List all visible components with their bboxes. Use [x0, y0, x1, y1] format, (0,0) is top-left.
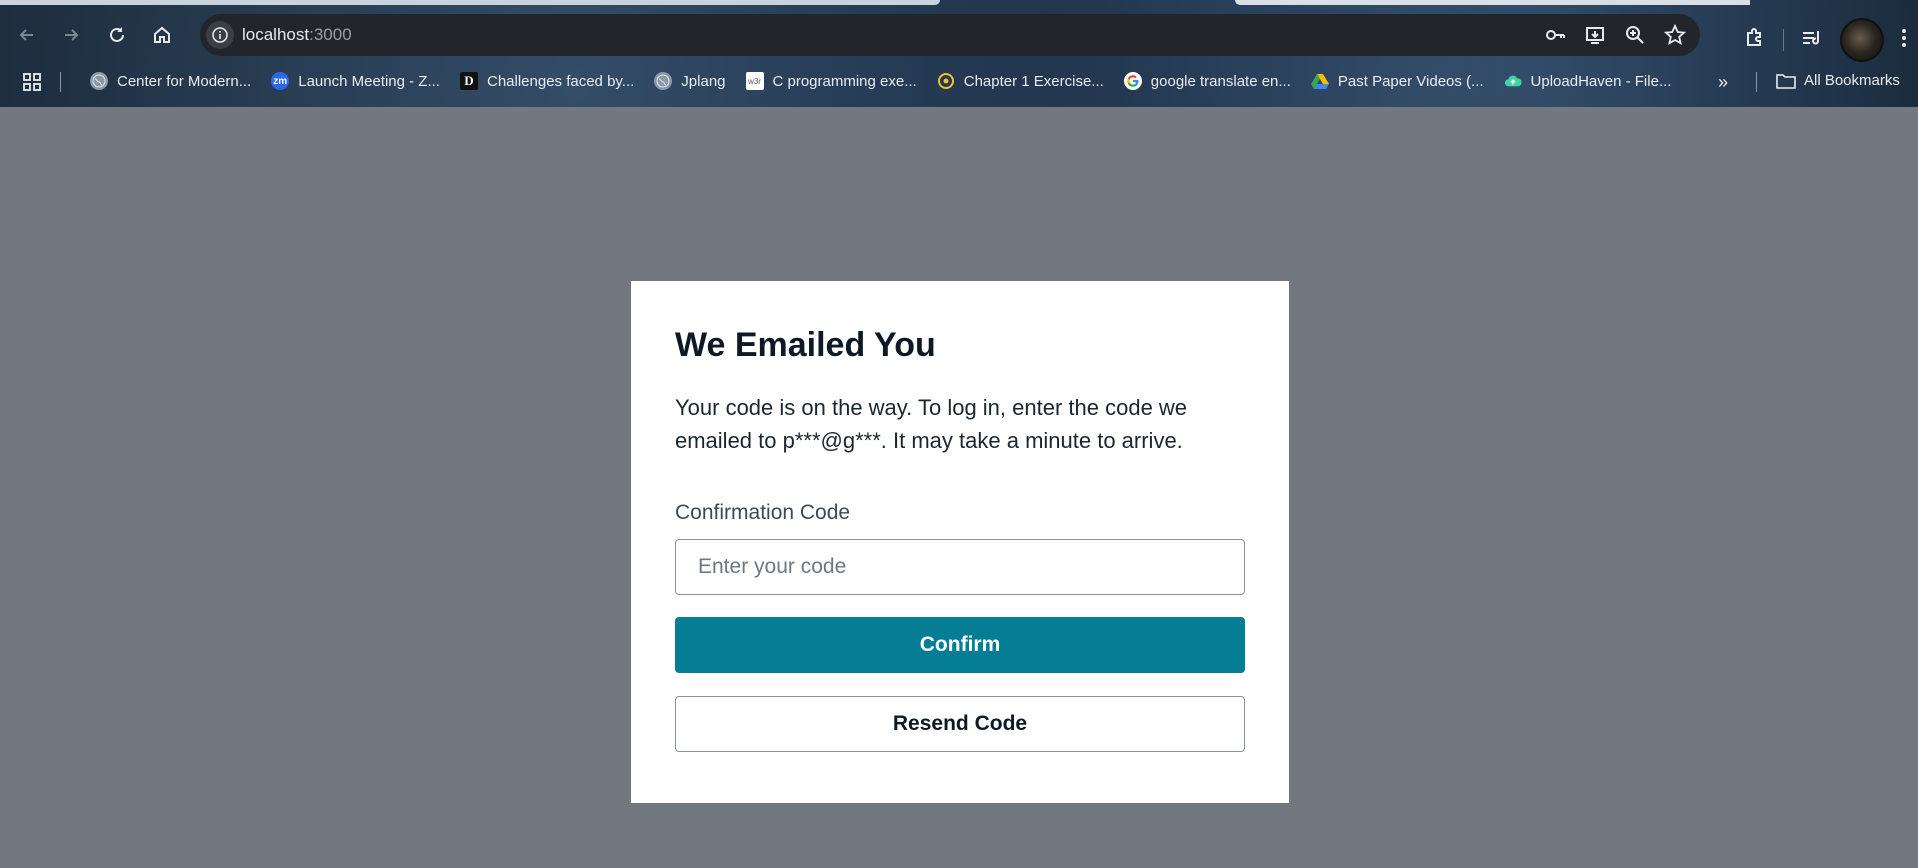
tab[interactable]	[0, 0, 940, 5]
confirm-signup-card: We Emailed You Your code is on the way. …	[631, 281, 1289, 803]
media-queue-icon[interactable]	[1800, 26, 1824, 55]
star-icon[interactable]	[1664, 24, 1686, 46]
forward-icon[interactable]	[58, 22, 84, 48]
zoom-icon: zm	[271, 72, 290, 90]
tab[interactable]	[1235, 0, 1750, 5]
bookmarks-bar: Center for Modern... zm Launch Meeting - …	[0, 64, 1918, 98]
address-bar[interactable]: localhost:3000	[200, 14, 1700, 56]
d-logo-icon: D	[459, 72, 478, 90]
profile-avatar[interactable]	[1840, 18, 1884, 62]
bookmark-label: Past Paper Videos (...	[1337, 72, 1484, 90]
google-icon	[1123, 72, 1142, 90]
bookmarks-divider	[1756, 72, 1757, 92]
home-icon[interactable]	[149, 22, 175, 48]
compass-icon	[937, 72, 955, 90]
bookmark-label: Launch Meeting - Z...	[298, 72, 440, 90]
reload-icon[interactable]	[104, 22, 130, 48]
globe-icon	[654, 72, 673, 90]
bookmark-item[interactable]: w3r C programming exe...	[736, 68, 927, 94]
bookmark-label: C programming exe...	[772, 72, 917, 90]
w3r-icon: w3r	[745, 72, 764, 90]
toolbar-divider	[1783, 29, 1784, 51]
bookmark-label: Jplang	[681, 72, 726, 90]
bookmark-item[interactable]: Center for Modern...	[80, 68, 261, 94]
bookmarks-divider	[60, 72, 61, 92]
install-app-icon[interactable]	[1584, 24, 1606, 46]
bookmark-label: Challenges faced by...	[486, 72, 635, 90]
zoom-icon[interactable]	[1624, 24, 1646, 46]
all-bookmarks-button[interactable]: All Bookmarks	[1776, 72, 1900, 89]
page-content: We Emailed You Your code is on the way. …	[0, 107, 1918, 868]
bookmark-label: Chapter 1 Exercise...	[963, 72, 1104, 90]
bookmark-item[interactable]: D Challenges faced by...	[450, 68, 644, 94]
bookmark-item[interactable]: Jplang	[644, 68, 735, 94]
resend-code-button[interactable]: Resend Code	[675, 696, 1245, 752]
all-bookmarks-label: All Bookmarks	[1804, 72, 1900, 89]
back-icon[interactable]	[14, 22, 40, 48]
bookmark-list: Center for Modern... zm Launch Meeting - …	[80, 68, 1681, 94]
address-bar-actions	[1544, 24, 1686, 46]
navigation-row: localhost:3000	[0, 12, 1918, 62]
bookmark-item[interactable]: Past Paper Videos (...	[1301, 68, 1494, 94]
bookmark-item[interactable]: Chapter 1 Exercise...	[927, 68, 1114, 94]
globe-icon	[90, 72, 108, 90]
confirm-button[interactable]: Confirm	[675, 617, 1245, 673]
menu-dots-icon[interactable]	[1900, 26, 1908, 55]
url-host: localhost	[242, 25, 310, 44]
confirmation-code-input[interactable]	[675, 539, 1245, 595]
bookmark-item[interactable]: UploadHaven - File...	[1494, 68, 1682, 94]
more-bookmarks-icon[interactable]: »	[1718, 72, 1728, 93]
url-port: :3000	[309, 25, 352, 44]
card-title: We Emailed You	[675, 326, 936, 364]
confirmation-code-label: Confirmation Code	[675, 501, 851, 524]
tab-strip	[0, 0, 1918, 6]
url-text[interactable]: localhost:3000	[242, 25, 352, 45]
password-key-icon[interactable]	[1544, 24, 1566, 46]
bookmark-label: Center for Modern...	[117, 72, 252, 90]
site-info-icon[interactable]	[206, 21, 234, 49]
bookmark-item[interactable]: zm Launch Meeting - Z...	[261, 68, 450, 94]
bookmark-label: google translate en...	[1150, 72, 1291, 90]
bookmark-label: UploadHaven - File...	[1530, 72, 1672, 90]
bookmark-item[interactable]: google translate en...	[1114, 68, 1301, 94]
apps-grid-icon[interactable]	[22, 72, 42, 92]
browser-chrome: localhost:3000 Center for Modern... zm L…	[0, 0, 1918, 107]
cloud-icon	[1504, 72, 1522, 90]
card-description: Your code is on the way. To log in, ente…	[675, 395, 1188, 453]
folder-icon	[1776, 73, 1796, 89]
toolbar-right	[1743, 18, 1908, 62]
extensions-icon[interactable]	[1743, 26, 1767, 55]
drive-icon	[1310, 72, 1329, 90]
